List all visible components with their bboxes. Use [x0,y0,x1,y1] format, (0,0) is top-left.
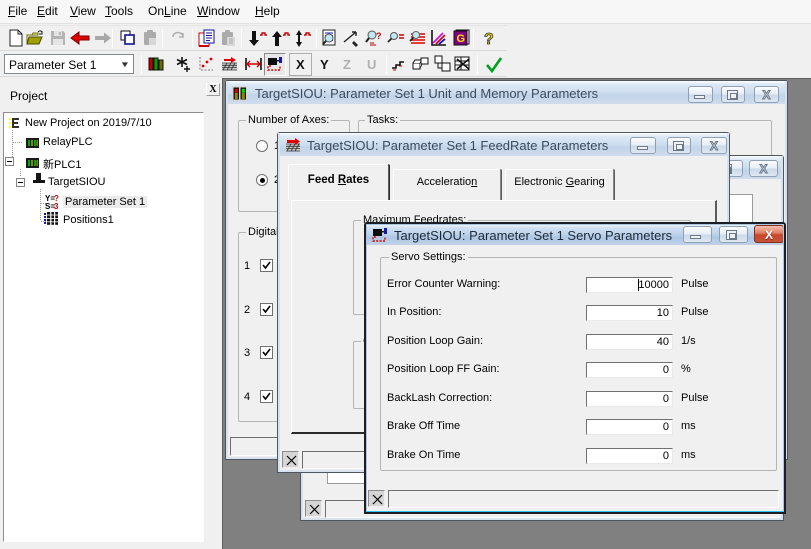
svg-text:3: 3 [54,202,59,211]
svg-text:?: ? [484,31,494,47]
svg-text:G: G [457,33,466,45]
svg-text:?: ? [376,31,382,41]
